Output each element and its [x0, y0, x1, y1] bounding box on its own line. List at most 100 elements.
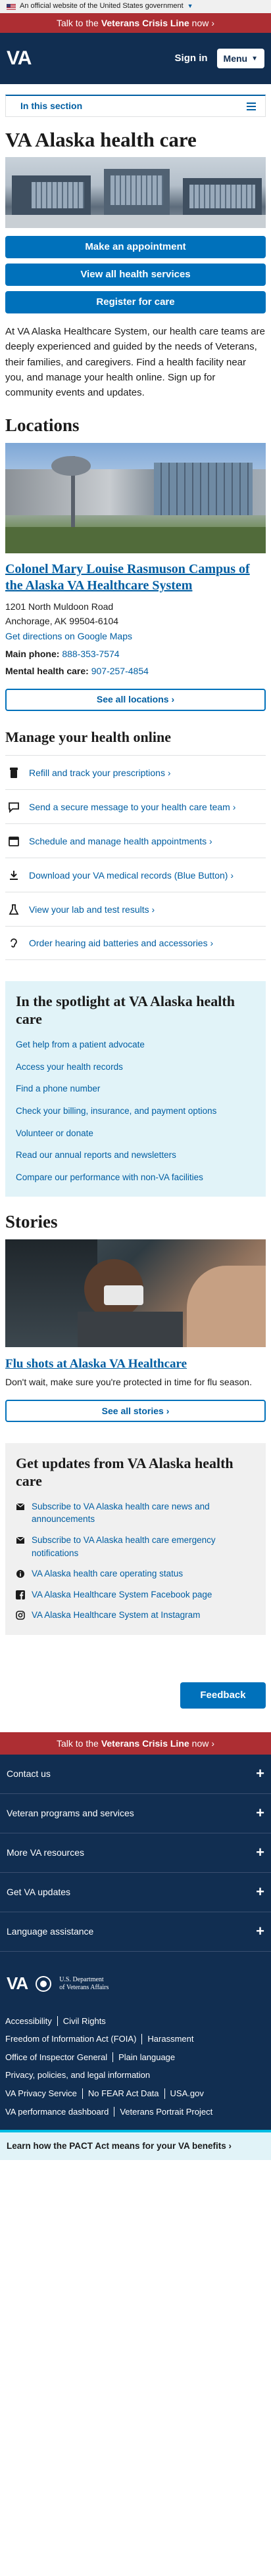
facility-name-link[interactable]: Colonel Mary Louise Rasmuson Campus of t… — [5, 561, 266, 594]
address-line2: Anchorage, AK 99504-6104 — [5, 616, 119, 627]
hearing-icon — [8, 937, 20, 949]
see-all-locations-button[interactable]: See all locations › — [5, 688, 266, 711]
update-item-facebook[interactable]: VA Alaska Healthcare System Facebook pag… — [16, 1588, 255, 1601]
accordion-label: Contact us — [7, 1768, 51, 1780]
update-item-status[interactable]: VA Alaska health care operating status — [16, 1567, 255, 1580]
manage-item-label: Schedule and manage health appointments … — [29, 835, 212, 846]
download-icon — [8, 869, 20, 881]
gov-banner[interactable]: An official website of the United States… — [0, 0, 271, 13]
update-item-label[interactable]: VA Alaska Healthcare System Facebook pag… — [32, 1588, 212, 1601]
footer-links-row: Privacy, policies, and legal information — [5, 2070, 266, 2081]
footer-accordion-contact[interactable]: Contact us + — [0, 1755, 271, 1794]
story-photo — [5, 1239, 266, 1347]
footer-link[interactable]: Veterans Portrait Project — [114, 2107, 218, 2117]
update-item-news[interactable]: Subscribe to VA Alaska health care news … — [16, 1500, 255, 1526]
footer-links-row: Freedom of Information Act (FOIA) Harass… — [5, 2034, 266, 2044]
mental-phone-label: Mental health care: — [5, 666, 89, 677]
accordion-label: Get VA updates — [7, 1887, 71, 1898]
crisis-text-after: now — [191, 17, 209, 28]
facebook-icon — [16, 1590, 25, 1599]
spotlight-link[interactable]: Check your billing, insurance, and payme… — [16, 1105, 255, 1118]
feedback-button[interactable]: Feedback — [180, 1682, 266, 1709]
accordion-label: More VA resources — [7, 1847, 85, 1858]
footer-accordion-updates[interactable]: Get VA updates + — [0, 1873, 271, 1912]
directions-link[interactable]: Get directions on Google Maps — [5, 631, 132, 641]
update-item-label[interactable]: Subscribe to VA Alaska health care news … — [32, 1500, 255, 1526]
manage-list: Refill and track your prescriptions › Se… — [5, 755, 266, 961]
manage-item-lab-results[interactable]: View your lab and test results › — [5, 892, 266, 926]
update-item-label[interactable]: Subscribe to VA Alaska health care emerg… — [32, 1534, 255, 1559]
site-header: VA Sign in Menu ▼ — [0, 33, 271, 84]
prescription-icon — [8, 767, 20, 779]
plus-icon: + — [256, 1923, 264, 1940]
menu-button[interactable]: Menu ▼ — [216, 49, 264, 68]
manage-item-messages[interactable]: Send a secure message to your health car… — [5, 789, 266, 823]
manage-item-label: View your lab and test results › — [29, 904, 155, 915]
footer-logos: VA U.S. Department of Veterans Affairs — [0, 1952, 271, 2010]
spotlight-link[interactable]: Compare our performance with non-VA faci… — [16, 1171, 255, 1184]
spotlight-link[interactable]: Get help from a patient advocate — [16, 1038, 255, 1051]
footer-link[interactable]: USA.gov — [165, 2088, 209, 2099]
in-this-section-nav[interactable]: In this section — [5, 95, 266, 117]
message-icon — [8, 801, 20, 813]
footer-link[interactable]: Freedom of Information Act (FOIA) — [5, 2034, 143, 2044]
footer-link[interactable]: Accessibility — [5, 2015, 58, 2027]
manage-item-label: Download your VA medical records (Blue B… — [29, 869, 234, 881]
story-title-link[interactable]: Flu shots at Alaska VA Healthcare — [5, 1355, 266, 1373]
va-logo[interactable]: VA — [7, 44, 32, 73]
footer-accordion-resources[interactable]: More VA resources + — [0, 1833, 271, 1873]
story-description: Don't wait, make sure you're protected i… — [5, 1377, 252, 1388]
update-item-emergency[interactable]: Subscribe to VA Alaska health care emerg… — [16, 1534, 255, 1559]
va-seal-icon — [36, 1975, 52, 1992]
footer-links: Accessibility Civil Rights Freedom of In… — [0, 2010, 271, 2117]
footer-crisis-line-banner[interactable]: Talk to the Veterans Crisis Line now › — [0, 1732, 271, 1755]
manage-item-label: Refill and track your prescriptions › — [29, 767, 171, 778]
site-footer: Talk to the Veterans Crisis Line now › C… — [0, 1732, 271, 2130]
gov-banner-text: An official website of the United States… — [20, 2, 184, 11]
facility-photo — [5, 442, 266, 553]
crisis-line-banner[interactable]: Talk to the Veterans Crisis Line now › — [0, 13, 271, 33]
footer-link[interactable]: VA Privacy Service — [5, 2088, 83, 2099]
footer-accordion-programs[interactable]: Veteran programs and services + — [0, 1794, 271, 1833]
spotlight-link[interactable]: Volunteer or donate — [16, 1127, 255, 1140]
register-care-button[interactable]: Register for care — [5, 291, 266, 314]
crisis-text-bold: Veterans Crisis Line — [101, 1737, 189, 1749]
make-appointment-button[interactable]: Make an appointment — [5, 236, 266, 259]
manage-item-hearing-aids[interactable]: Order hearing aid batteries and accessor… — [5, 926, 266, 961]
footer-link[interactable]: Privacy, policies, and legal information — [5, 2070, 155, 2081]
manage-item-appointments[interactable]: Schedule and manage health appointments … — [5, 823, 266, 858]
spotlight-link[interactable]: Access your health records — [16, 1061, 255, 1074]
footer-link[interactable]: Harassment — [142, 2034, 199, 2044]
mail-icon — [16, 1503, 25, 1510]
footer-accordion-language[interactable]: Language assistance + — [0, 1912, 271, 1952]
footer-link[interactable]: VA performance dashboard — [5, 2106, 115, 2117]
section-nav-label: In this section — [20, 101, 83, 112]
footer-link[interactable]: Plain language — [113, 2052, 180, 2063]
pact-act-link[interactable]: Learn how the PACT Act means for your VA… — [7, 2140, 232, 2153]
update-item-instagram[interactable]: VA Alaska Healthcare System at Instagram — [16, 1609, 255, 1622]
mental-health-phone: Mental health care: 907-257-4854 — [5, 664, 266, 678]
va-logo[interactable]: VA — [7, 1971, 28, 1996]
update-item-label[interactable]: VA Alaska Healthcare System at Instagram — [32, 1609, 200, 1622]
dva-line2: of Veterans Affairs — [59, 1983, 109, 1991]
footer-link[interactable]: No FEAR Act Data — [83, 2088, 165, 2099]
pact-act-banner[interactable]: Learn how the PACT Act means for your VA… — [0, 2130, 271, 2161]
manage-item-records[interactable]: Download your VA medical records (Blue B… — [5, 858, 266, 892]
spotlight-link[interactable]: Read our annual reports and newsletters — [16, 1149, 255, 1162]
us-flag-icon — [7, 3, 16, 10]
footer-link[interactable]: Civil Rights — [58, 2016, 111, 2027]
update-item-label[interactable]: VA Alaska health care operating status — [32, 1567, 183, 1580]
dva-line1: U.S. Department — [59, 1975, 104, 1983]
footer-link[interactable]: Office of Inspector General — [5, 2052, 114, 2063]
plus-icon: + — [256, 1844, 264, 1861]
view-services-button[interactable]: View all health services — [5, 264, 266, 287]
see-all-stories-button[interactable]: See all stories › — [5, 1400, 266, 1423]
main-phone-link[interactable]: 888-353-7574 — [62, 649, 119, 659]
updates-section: Get updates from VA Alaska health care S… — [5, 1443, 266, 1635]
info-icon — [16, 1570, 24, 1578]
spotlight-link[interactable]: Find a phone number — [16, 1082, 255, 1095]
mental-phone-link[interactable]: 907-257-4854 — [91, 666, 149, 676]
manage-item-prescriptions[interactable]: Refill and track your prescriptions › — [5, 755, 266, 789]
sign-in-link[interactable]: Sign in — [175, 51, 208, 66]
hamburger-icon — [247, 102, 256, 110]
